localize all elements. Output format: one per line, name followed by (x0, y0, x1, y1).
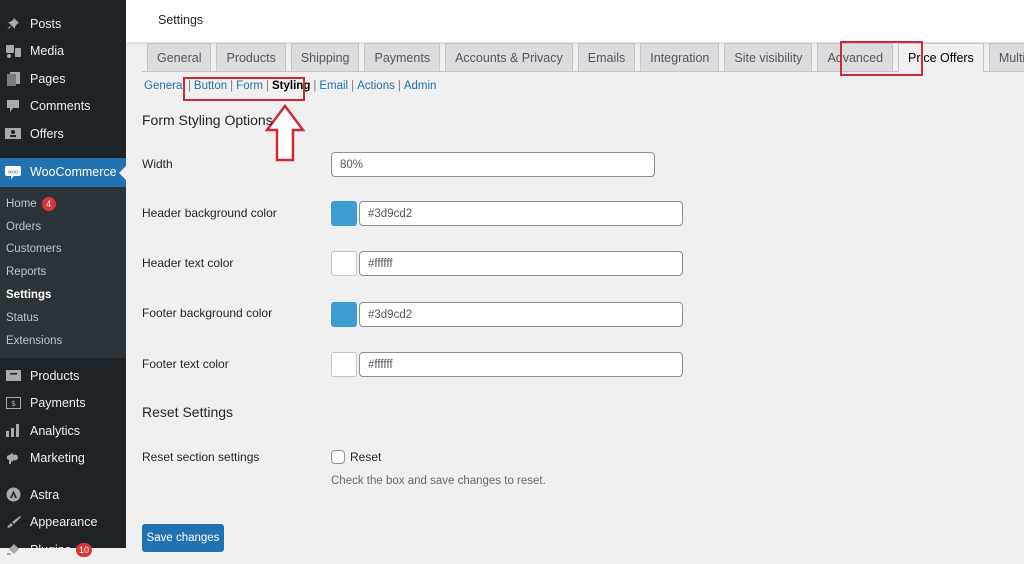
pages-icon (5, 71, 21, 87)
tab-advanced[interactable]: Advanced (817, 43, 894, 71)
plugins-update-badge: 10 (76, 542, 93, 557)
tab-accounts-privacy[interactable]: Accounts & Privacy (445, 43, 573, 71)
menu-pages[interactable]: Pages (0, 65, 126, 93)
header-bg-input[interactable]: #3d9cd2 (359, 201, 683, 226)
svg-text:$: $ (10, 399, 15, 408)
header-text-input[interactable]: #ffffff (359, 251, 683, 276)
width-label: Width (142, 157, 173, 171)
archive-icon (5, 368, 21, 384)
menu-comments[interactable]: Comments (0, 93, 126, 121)
settings-tabs: General Products Shipping Payments Accou… (142, 43, 1024, 72)
tab-products[interactable]: Products (216, 43, 286, 71)
footer-bg-input[interactable]: #3d9cd2 (359, 302, 683, 327)
plug-icon (5, 542, 21, 558)
svg-text:woo: woo (8, 170, 18, 176)
section-subnav: General | Button | Form | Styling | Emai… (144, 80, 437, 92)
width-input[interactable]: 80% (331, 152, 655, 177)
woo-icon: woo (5, 164, 21, 180)
footer-text-input[interactable]: #ffffff (359, 352, 683, 377)
header-text-swatch[interactable] (331, 251, 357, 276)
footer-text-swatch[interactable] (331, 352, 357, 377)
reset-description: Check the box and save changes to reset. (331, 475, 546, 487)
tab-payments[interactable]: Payments (364, 43, 441, 71)
admin-sidebar: Posts Media Pages Comments Offers woo Wo… (0, 0, 126, 557)
subnav-general[interactable]: General (144, 80, 185, 92)
offers-icon (5, 126, 21, 142)
reset-checkbox[interactable] (331, 450, 345, 464)
tab-shipping[interactable]: Shipping (290, 43, 360, 71)
menu-woocommerce[interactable]: woo WooCommerce (0, 157, 126, 187)
menu-plugins[interactable]: Plugins 10 (0, 536, 126, 564)
pin-icon (5, 16, 21, 32)
header-bg-label: Header background color (142, 206, 277, 220)
reset-settings-heading: Reset Settings (142, 404, 234, 420)
menu-astra[interactable]: Astra (0, 481, 126, 509)
footer-text-label: Footer text color (142, 357, 229, 371)
submenu-orders[interactable]: Orders (0, 215, 126, 238)
tab-general[interactable]: General (147, 43, 212, 71)
submenu-customers[interactable]: Customers (0, 238, 126, 261)
brush-icon (5, 514, 21, 530)
form-styling-heading: Form Styling Options (142, 112, 273, 128)
submenu-reports[interactable]: Reports (0, 261, 126, 284)
footer-bg-label: Footer background color (142, 306, 273, 320)
tab-emails[interactable]: Emails (577, 43, 636, 71)
menu-marketing[interactable]: Marketing (0, 445, 126, 473)
submenu-extensions[interactable]: Extensions (0, 329, 126, 352)
submenu-status[interactable]: Status (0, 306, 126, 329)
subnav-email[interactable]: Email (319, 80, 348, 92)
page-title: Settings (158, 13, 204, 27)
megaphone-icon (5, 450, 21, 466)
submenu-home[interactable]: Home 4 (0, 193, 126, 216)
subnav-styling[interactable]: Styling (272, 80, 310, 92)
astra-icon (5, 487, 21, 503)
tab-site-visibility[interactable]: Site visibility (724, 43, 813, 71)
page-header: Settings (126, 0, 1024, 42)
subnav-actions[interactable]: Actions (357, 80, 395, 92)
footer-bg-swatch[interactable] (331, 302, 357, 327)
comment-icon (5, 98, 21, 114)
subnav-button[interactable]: Button (194, 80, 227, 92)
header-bg-swatch[interactable] (331, 201, 357, 226)
subnav-admin[interactable]: Admin (404, 80, 437, 92)
menu-media[interactable]: Media (0, 38, 126, 66)
notification-badge: 4 (41, 196, 56, 211)
menu-appearance[interactable]: Appearance (0, 509, 126, 537)
tab-multi-currency[interactable]: Multi-currency (988, 43, 1024, 71)
bar-chart-icon (5, 423, 21, 439)
submenu-settings[interactable]: Settings (0, 284, 126, 307)
header-text-label: Header text color (142, 256, 234, 270)
menu-payments[interactable]: $ Payments (0, 390, 126, 418)
media-icon (5, 43, 21, 59)
menu-posts[interactable]: Posts (0, 10, 126, 38)
reset-section-label: Reset section settings (142, 450, 260, 464)
menu-offers[interactable]: Offers (0, 120, 126, 148)
reset-checkbox-label[interactable]: Reset (350, 450, 381, 464)
menu-products[interactable]: Products (0, 362, 126, 390)
menu-analytics[interactable]: Analytics (0, 417, 126, 445)
tab-price-offers[interactable]: Price Offers (898, 43, 984, 72)
tab-integration[interactable]: Integration (640, 43, 720, 71)
dollar-icon: $ (5, 395, 21, 411)
subnav-form[interactable]: Form (236, 80, 263, 92)
woocommerce-submenu: Home 4 Orders Customers Reports Settings … (0, 186, 126, 359)
